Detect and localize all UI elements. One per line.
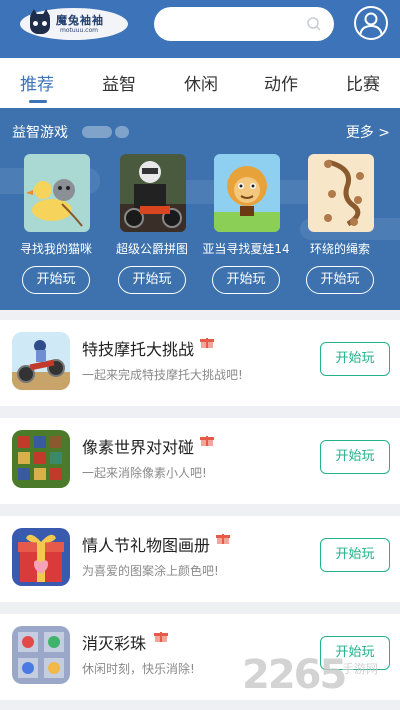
caveman-icon[interactable] [214, 154, 280, 232]
tab-action[interactable]: 动作 [264, 70, 298, 95]
gift-icon [200, 338, 214, 348]
item-title: 情人节礼物图画册 [82, 536, 211, 555]
color-beads-icon[interactable] [12, 626, 70, 684]
play-button[interactable]: 开始玩 [118, 266, 186, 294]
rope-puzzle-icon[interactable] [308, 154, 374, 232]
gift-icon [200, 436, 214, 446]
tab-recommend[interactable]: 推荐 [20, 70, 54, 95]
item-desc: 休闲时刻，快乐消除! [82, 662, 195, 676]
tab-casual[interactable]: 休闲 [184, 70, 218, 95]
app-logo[interactable]: 魔兔袖袖 motuuu.com [20, 8, 128, 40]
game-name: 亚当寻找夏娃14 [202, 242, 290, 256]
item-desc: 一起来完成特技摩托大挑战吧! [82, 368, 243, 382]
more-link[interactable]: 更多 > [346, 122, 390, 142]
play-button[interactable]: 开始玩 [320, 538, 390, 572]
list-item[interactable]: 像素世界对对碰 一起来消除像素小人吧! 开始玩 [0, 418, 400, 504]
app-header: 魔兔袖袖 motuuu.com [0, 0, 400, 58]
list-item[interactable]: 情人节礼物图画册 为喜爱的图案涂上颜色吧! 开始玩 [0, 516, 400, 602]
play-button[interactable]: 开始玩 [320, 342, 390, 376]
featured-title: 益智游戏 [12, 125, 68, 141]
item-title: 消灭彩珠 [82, 634, 147, 653]
play-button[interactable]: 开始玩 [22, 266, 90, 294]
duck-cat-icon[interactable] [24, 154, 90, 232]
game-name: 寻找我的猫咪 [19, 242, 92, 256]
item-title: 像素世界对对碰 [82, 438, 195, 457]
list-item[interactable]: 特技摩托大挑战 一起来完成特技摩托大挑战吧! 开始玩 [0, 320, 400, 406]
tab-puzzle[interactable]: 益智 [102, 70, 136, 95]
logo-subtext: motuuu.com [60, 27, 98, 34]
stunt-bike-icon[interactable] [12, 332, 70, 390]
search-icon[interactable] [306, 16, 322, 32]
gift-box-icon[interactable] [12, 528, 70, 586]
play-button[interactable]: 开始玩 [306, 266, 374, 294]
game-name: 超级公爵拼图 [115, 242, 188, 256]
featured-section: 益智游戏 更多 > 寻找我的猫咪 开始玩 超级公爵拼图 开始玩 亚当寻找夏娃14… [0, 108, 400, 310]
category-tabs: 推荐 益智 休闲 动作 比赛 [0, 58, 400, 108]
tab-race[interactable]: 比赛 [346, 70, 380, 95]
watermark-number: 2265 [242, 652, 347, 698]
item-desc: 为喜爱的图案涂上颜色吧! [82, 564, 219, 578]
play-button[interactable]: 开始玩 [212, 266, 280, 294]
gift-icon [216, 534, 230, 544]
cat-logo-icon [30, 9, 50, 34]
gift-icon [154, 632, 168, 642]
game-name: 环绕的绳索 [309, 242, 370, 256]
motorbike-rider-icon[interactable] [120, 154, 186, 232]
item-desc: 一起来消除像素小人吧! [82, 466, 207, 480]
active-tab-indicator [29, 100, 47, 103]
watermark-text: 手游网 [342, 662, 379, 676]
site-watermark: 2265 手游网 [242, 652, 392, 702]
pixel-people-icon[interactable] [12, 430, 70, 488]
logo-text: 魔兔袖袖 [56, 14, 104, 27]
user-avatar-icon[interactable] [354, 6, 388, 40]
play-button[interactable]: 开始玩 [320, 440, 390, 474]
search-input[interactable] [154, 7, 334, 41]
item-title: 特技摩托大挑战 [82, 340, 195, 359]
